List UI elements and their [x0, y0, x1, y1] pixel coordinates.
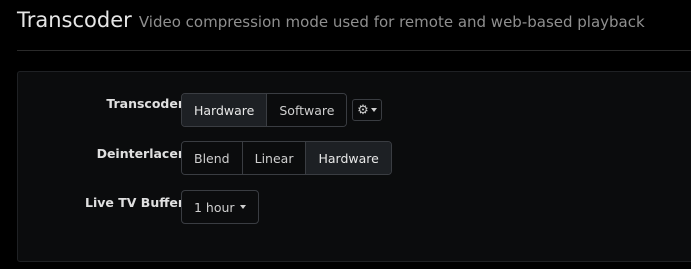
transcoder-settings-page: Transcoder Video compression mode used f…	[0, 0, 691, 269]
caret-down-icon	[239, 205, 246, 209]
deinterlacer-blend-button[interactable]: Blend	[182, 142, 243, 174]
section-subtitle: Video compression mode used for remote a…	[138, 13, 645, 31]
transcoder-hardware-button[interactable]: Hardware	[182, 94, 268, 126]
transcoder-button-group: Hardware Software	[181, 93, 348, 127]
caret-down-icon	[370, 108, 377, 112]
transcoder-settings-dropdown[interactable]: ⚙	[352, 99, 382, 121]
section-title: Transcoder	[17, 8, 132, 32]
transcoder-label: Transcoder	[106, 96, 184, 111]
settings-panel: Transcoder Hardware Software ⚙ Deinterla…	[17, 71, 691, 262]
deinterlacer-hardware-button[interactable]: Hardware	[306, 142, 391, 174]
header-divider	[17, 50, 691, 51]
live-tv-buffer-value: 1 hour	[194, 199, 235, 215]
deinterlacer-linear-button[interactable]: Linear	[242, 142, 307, 174]
deinterlacer-label: Deinterlacer	[96, 146, 184, 161]
section-header: Transcoder Video compression mode used f…	[17, 8, 645, 32]
transcoder-software-button[interactable]: Software	[267, 94, 347, 126]
deinterlacer-button-group: Blend Linear Hardware	[181, 141, 392, 175]
live-tv-buffer-dropdown[interactable]: 1 hour	[181, 190, 259, 224]
gear-icon: ⚙	[357, 102, 369, 118]
live-tv-buffer-label: Live TV Buffer	[85, 195, 184, 210]
